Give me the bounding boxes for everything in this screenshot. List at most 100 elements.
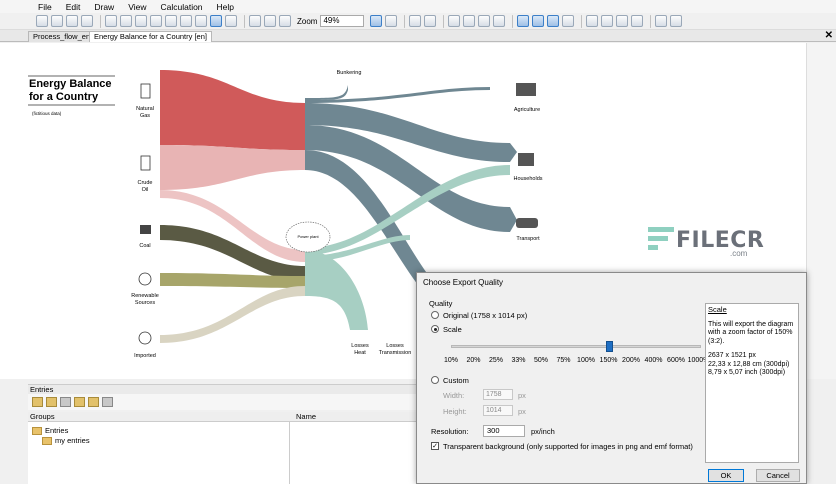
layer-back-icon[interactable]	[478, 15, 491, 27]
coal-cart-icon	[140, 225, 151, 234]
tag-icon[interactable]	[249, 15, 261, 27]
watermark-suffix: .com	[730, 249, 748, 258]
height-input[interactable]: 1014	[483, 405, 513, 416]
flow-losses-heat[interactable]	[305, 250, 368, 330]
menu-file[interactable]: File	[38, 2, 52, 12]
transparent-checkbox[interactable]: ✓	[431, 442, 439, 450]
main-toolbar: Zoom 49%	[0, 13, 836, 30]
print-icon[interactable]	[81, 15, 93, 27]
import-entry-icon[interactable]	[88, 397, 99, 407]
tab-process-flow[interactable]: Process_flow_en	[28, 31, 96, 42]
image-icon[interactable]	[264, 15, 276, 27]
layer-icon[interactable]	[448, 15, 461, 27]
layer-front-icon[interactable]	[463, 15, 476, 27]
distribute-icon[interactable]	[424, 15, 437, 27]
flow-crude-oil[interactable]	[160, 145, 305, 190]
flow-bunkering[interactable]	[305, 85, 348, 100]
menu-view[interactable]: View	[128, 2, 146, 12]
width-unit: px	[518, 391, 526, 400]
label-agriculture: Agriculture	[514, 107, 540, 113]
flow-imported[interactable]	[160, 286, 305, 343]
resolution-select[interactable]: 300	[483, 425, 525, 437]
info-title: Scale	[708, 305, 727, 314]
label-coal: Coal	[139, 243, 150, 249]
scale-slider-thumb[interactable]	[605, 341, 613, 352]
save-icon[interactable]	[66, 15, 78, 27]
new-folder-icon[interactable]	[32, 397, 43, 407]
help-icon[interactable]	[670, 15, 683, 27]
original-radio[interactable]	[431, 311, 439, 319]
plug-icon	[138, 272, 152, 286]
info-cm: 22,33 x 12,88 cm (300dpi)	[708, 360, 790, 368]
width-input[interactable]: 1758	[483, 389, 513, 400]
import-icon[interactable]	[616, 15, 629, 27]
view-mode-icon[interactable]	[517, 15, 530, 27]
scale-tick-label: 150%	[599, 357, 618, 364]
tree-item-label: my entries	[55, 436, 90, 445]
label-renewable: Renewable	[131, 293, 159, 299]
remove-folder-icon[interactable]	[60, 397, 71, 407]
house-icon	[518, 153, 534, 166]
label-natural-gas-2: Gas	[140, 113, 150, 119]
groups-tree[interactable]: Entries my entries	[28, 422, 290, 484]
scale-slider-track[interactable]	[451, 345, 701, 348]
redo-icon[interactable]	[195, 15, 207, 27]
flow-agriculture[interactable]	[305, 87, 490, 103]
close-tab-icon[interactable]: ✕	[825, 30, 833, 41]
copy-icon[interactable]	[120, 15, 132, 27]
scale-tick-label: 200%	[622, 357, 640, 364]
ok-button[interactable]: OK	[708, 469, 744, 482]
menu-help[interactable]: Help	[217, 2, 234, 12]
table-icon[interactable]	[547, 15, 560, 27]
export-icon[interactable]	[601, 15, 614, 27]
fit-page-icon[interactable]	[370, 15, 383, 27]
align-icon[interactable]	[409, 15, 422, 27]
group-icon[interactable]	[493, 15, 506, 27]
toolbar-separator	[581, 14, 583, 28]
tree-item-my-entries[interactable]: my entries	[42, 436, 90, 445]
paste-icon[interactable]	[135, 15, 147, 27]
undo-icon[interactable]	[180, 15, 192, 27]
label-imported: Imported	[134, 353, 156, 359]
calculate-icon[interactable]	[631, 15, 644, 27]
settings-icon[interactable]	[655, 15, 668, 27]
cut-icon[interactable]	[105, 15, 117, 27]
layout-icon[interactable]	[532, 15, 545, 27]
label-natural-gas: Natural	[136, 106, 154, 112]
menu-edit[interactable]: Edit	[66, 2, 81, 12]
menu-draw[interactable]: Draw	[94, 2, 114, 12]
edit-entry-icon[interactable]	[74, 397, 85, 407]
arrow-icon[interactable]	[225, 15, 237, 27]
tree-item-entries[interactable]: Entries	[32, 426, 68, 435]
zoom-label: Zoom	[297, 16, 318, 26]
tab-energy-balance[interactable]: Energy Balance for a Country [en]	[89, 31, 212, 42]
entries-list[interactable]	[290, 422, 416, 484]
chart-icon[interactable]	[562, 15, 575, 27]
zoom-dropdown[interactable]: 49%	[320, 15, 365, 27]
scale-radio[interactable]	[431, 325, 439, 333]
toolbar-separator	[100, 14, 101, 28]
link-icon[interactable]	[586, 15, 599, 27]
canvas-scrollbar[interactable]	[806, 43, 836, 379]
search-icon[interactable]	[165, 15, 177, 27]
add-folder-icon[interactable]	[46, 397, 57, 407]
grid-icon[interactable]	[385, 15, 398, 27]
new-icon[interactable]	[36, 15, 48, 27]
label-crude-oil-2: Oil	[142, 187, 149, 193]
cancel-button[interactable]: Cancel	[756, 469, 800, 482]
print-entry-icon[interactable]	[102, 397, 113, 407]
filecr-logo-icon	[648, 227, 674, 250]
open-icon[interactable]	[51, 15, 63, 27]
delete-icon[interactable]	[150, 15, 162, 27]
menu-calculation[interactable]: Calculation	[160, 2, 202, 12]
flow-natural-gas[interactable]	[160, 70, 305, 150]
height-unit: px	[518, 407, 526, 416]
dialog-title: Choose Export Quality	[423, 278, 504, 287]
width-label: Width:	[443, 391, 465, 400]
folder-icon	[42, 436, 52, 445]
car-icon	[516, 218, 538, 228]
custom-radio[interactable]	[431, 376, 439, 384]
toolbar-separator	[244, 14, 245, 28]
text-icon[interactable]	[279, 15, 291, 27]
pointer-icon[interactable]	[210, 15, 222, 27]
